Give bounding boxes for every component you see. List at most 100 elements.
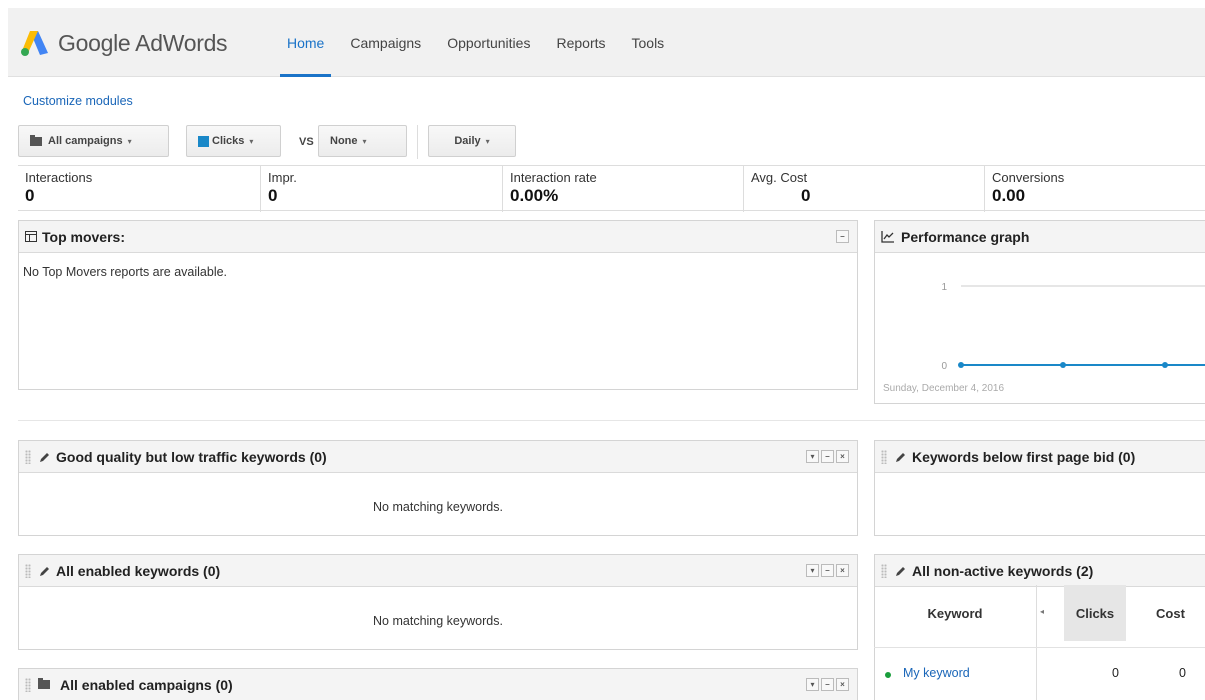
period-dropdown[interactable]: Daily ▾ (428, 125, 516, 157)
metric1-label: Clicks (212, 135, 245, 147)
metric-color-swatch (198, 135, 209, 147)
stat-value: 0 (801, 186, 811, 205)
performance-graph-header: Performance graph (875, 221, 1205, 253)
panel-controls: ▾ – × (806, 450, 849, 463)
top-header-bar: Google AdWords Home Campaigns Opportunit… (8, 8, 1205, 77)
table-icon (25, 231, 37, 242)
non-active-keywords-header: All non-active keywords (2) (875, 555, 1205, 587)
close-button[interactable]: × (836, 450, 849, 463)
line-chart-icon (881, 231, 894, 243)
stat-label: Impr. (268, 170, 297, 185)
status-dot-icon (885, 672, 891, 678)
stat-avg-cost[interactable]: Avg. Cost 0 (744, 166, 985, 212)
drag-handle-icon[interactable] (25, 563, 31, 578)
all-enabled-campaigns-panel: All enabled campaigns (0) ▾ – × (18, 668, 858, 700)
below-bid-keywords-title: Keywords below first page bid (0) (912, 448, 1136, 465)
x-axis-date-label: Sunday, December 4, 2016 (883, 383, 1004, 394)
main-nav: Home Campaigns Opportunities Reports Too… (274, 8, 677, 77)
all-enabled-keywords-header: All enabled keywords (0) ▾ – × (19, 555, 857, 587)
all-enabled-keywords-title: All enabled keywords (0) (56, 562, 221, 579)
all-enabled-keywords-message: No matching keywords. (373, 614, 503, 628)
stat-value: 0 (268, 186, 278, 205)
column-header-cost[interactable]: Cost (1148, 585, 1193, 641)
y-tick-label: 1 (941, 282, 947, 293)
keyword-link[interactable]: My keyword (903, 666, 970, 680)
metric1-dropdown[interactable]: Clicks ▾ (186, 125, 281, 157)
folder-icon (38, 678, 50, 689)
minimize-button[interactable]: – (821, 564, 834, 577)
stat-conversions[interactable]: Conversions 0.00 (985, 166, 1205, 212)
top-movers-message: No Top Movers reports are available. (23, 265, 228, 279)
stat-interactions[interactable]: Interactions 0 (18, 166, 261, 212)
panel-controls: ▾ – × (806, 678, 849, 691)
all-campaigns-dropdown[interactable]: All campaigns ▾ (18, 125, 169, 157)
stat-label: Interactions (25, 170, 93, 185)
data-point (1060, 362, 1066, 368)
adwords-logo-icon (21, 31, 48, 56)
nav-tab-reports[interactable]: Reports (543, 8, 618, 77)
drag-handle-icon[interactable] (881, 449, 887, 464)
chevron-down-icon: ▾ (362, 136, 367, 146)
pencil-icon[interactable] (894, 565, 906, 577)
chevron-down-icon: ▾ (127, 136, 132, 146)
dropdown-button[interactable]: ▾ (806, 678, 819, 691)
column-header-keyword[interactable]: Keyword (874, 585, 1036, 641)
stat-value: 0 (25, 186, 35, 205)
non-active-keywords-table: Keyword ◂ Clicks Cost My keyword 0 0 (874, 585, 1205, 700)
column-header-clicks[interactable]: Clicks (1064, 585, 1126, 641)
non-active-keywords-title: All non-active keywords (2) (912, 562, 1094, 579)
stat-value: 0.00 (992, 186, 1026, 205)
performance-graph-title: Performance graph (901, 228, 1030, 245)
data-point (1162, 362, 1168, 368)
good-quality-keywords-panel: Good quality but low traffic keywords (0… (18, 440, 858, 536)
nav-tab-opportunities[interactable]: Opportunities (434, 8, 543, 77)
nav-tab-home[interactable]: Home (274, 8, 337, 77)
period-label: Daily (454, 135, 481, 147)
adwords-logo[interactable]: Google AdWords (20, 28, 228, 58)
stat-impressions[interactable]: Impr. 0 (261, 166, 503, 212)
stat-interaction-rate[interactable]: Interaction rate 0.00% (503, 166, 744, 212)
toolbar-divider (417, 125, 418, 159)
performance-chart[interactable]: 0 1 Sunday, December 4, 2016 (875, 254, 1205, 404)
drag-handle-icon[interactable] (881, 563, 887, 578)
all-enabled-campaigns-title: All enabled campaigns (0) (60, 676, 233, 693)
minimize-button[interactable]: – (821, 678, 834, 691)
drag-handle-icon[interactable] (25, 449, 31, 464)
chevron-left-icon[interactable]: ◂ (1040, 607, 1044, 616)
dropdown-button[interactable]: ▾ (806, 564, 819, 577)
pencil-icon[interactable] (38, 451, 50, 463)
chevron-down-icon: ▾ (249, 136, 254, 146)
minimize-button[interactable]: – (821, 450, 834, 463)
y-tick-label: 0 (941, 361, 947, 372)
section-divider (18, 420, 1205, 421)
top-movers-title: Top movers: (42, 228, 125, 245)
drag-handle-icon[interactable] (25, 677, 31, 692)
data-point (958, 362, 964, 368)
all-enabled-campaigns-header: All enabled campaigns (0) ▾ – × (19, 669, 857, 700)
dropdown-button[interactable]: ▾ (806, 450, 819, 463)
good-quality-keywords-header: Good quality but low traffic keywords (0… (19, 441, 857, 473)
nav-tab-campaigns[interactable]: Campaigns (337, 8, 434, 77)
stat-label: Interaction rate (510, 170, 597, 185)
metric2-dropdown[interactable]: None ▾ (318, 125, 407, 157)
chevron-down-icon: ▾ (485, 136, 490, 146)
minimize-button[interactable]: – (836, 230, 849, 243)
top-movers-panel: Top movers: – No Top Movers reports are … (18, 220, 858, 390)
pencil-icon[interactable] (894, 451, 906, 463)
top-movers-header: Top movers: – (19, 221, 857, 253)
good-quality-keywords-message: No matching keywords. (373, 500, 503, 514)
below-bid-keywords-header: Keywords below first page bid (0) (875, 441, 1205, 473)
all-enabled-keywords-panel: All enabled keywords (0) ▾ – × No matchi… (18, 554, 858, 650)
metric2-label: None (330, 135, 358, 147)
customize-modules-link[interactable]: Customize modules (23, 94, 133, 108)
stat-value: 0.00% (510, 186, 559, 205)
nav-tab-tools[interactable]: Tools (619, 8, 678, 77)
pencil-icon[interactable] (38, 565, 50, 577)
below-bid-keywords-panel: Keywords below first page bid (0) (874, 440, 1205, 536)
folder-icon (30, 134, 42, 146)
table-row: My keyword 0 0 (874, 647, 1205, 697)
close-button[interactable]: × (836, 564, 849, 577)
good-quality-keywords-title: Good quality but low traffic keywords (0… (56, 448, 327, 465)
close-button[interactable]: × (836, 678, 849, 691)
panel-controls: ▾ – × (806, 564, 849, 577)
